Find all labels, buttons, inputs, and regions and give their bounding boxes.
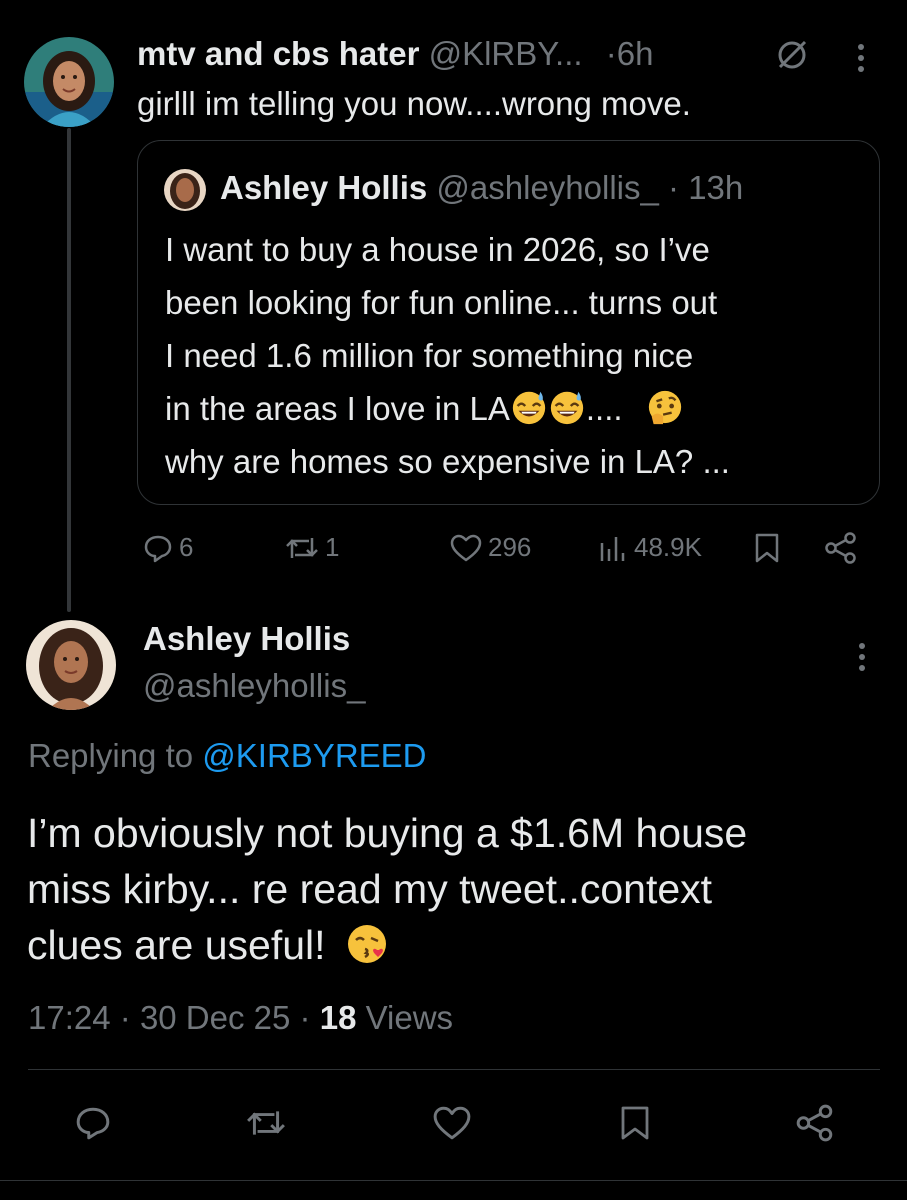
divider	[28, 1069, 880, 1070]
reply-icon	[144, 535, 172, 562]
replying-mention-link[interactable]: @KIRBYREED	[202, 737, 426, 774]
quote-line-6: why are homes so expensive in LA? ...	[165, 443, 730, 480]
replying-to: Replying to @KIRBYREED	[28, 734, 427, 778]
tweet2-reply-button[interactable]	[75, 1105, 111, 1141]
repost-icon	[247, 1111, 285, 1135]
meta-separator: ·	[299, 999, 311, 1036]
tweet1-repost-button[interactable]: 1	[285, 532, 339, 563]
heart-icon	[433, 1106, 471, 1140]
tweet2-line-3: clues are useful!	[27, 922, 326, 968]
tweet2-meta: 17:24 · 30 Dec 25 · 18 Views	[28, 996, 453, 1040]
tweet2-line-2: miss kirby... re read my tweet..context	[27, 866, 713, 912]
share-icon	[825, 532, 856, 564]
analytics-icon	[600, 536, 625, 561]
tweet1-handle[interactable]: @KlRBY...	[429, 35, 583, 72]
sweat-smile-emoji-icon	[548, 388, 586, 426]
tweet2-views-count: 18	[319, 999, 357, 1036]
meta-separator: ·	[119, 999, 131, 1036]
tweet1-like-button[interactable]: 296	[450, 532, 531, 563]
tweet1-bookmark-button[interactable]	[754, 532, 780, 564]
tweet2-avatar[interactable]	[26, 620, 116, 710]
tweet2-more-icon[interactable]	[857, 643, 867, 677]
tweet2-bookmark-button[interactable]	[620, 1104, 650, 1142]
tweet2-date[interactable]: 30 Dec 25	[140, 999, 290, 1036]
quote-author-name: Ashley Hollis	[220, 169, 428, 206]
quote-header: Ashley Hollis @ashleyhollis_ · 13h	[220, 167, 743, 209]
quote-line-2: been looking for fun online... turns out	[165, 284, 718, 321]
tweet2-line-1: I’m obviously not buying a $1.6M house	[27, 810, 748, 856]
tweet2-text: I’m obviously not buying a $1.6M house m…	[27, 805, 887, 973]
edit-disabled-icon	[774, 36, 810, 72]
heart-icon	[450, 534, 482, 561]
tweet1-text: girlll im telling you now....wrong move.	[137, 85, 691, 122]
divider-bottom	[0, 1180, 907, 1181]
thread-connector-line	[67, 128, 71, 612]
quote-line-1: I want to buy a house in 2026, so I’ve	[165, 231, 710, 268]
thinking-emoji-icon	[646, 388, 684, 426]
bookmark-icon	[621, 1106, 649, 1140]
sweat-smile-emoji-icon	[510, 388, 548, 426]
tweet2-author-name[interactable]: Ashley Hollis	[143, 618, 350, 660]
quote-time: · 13h	[668, 169, 744, 206]
tweet1-reply-count: 6	[179, 532, 194, 562]
tweet1-separator: ·	[605, 35, 617, 72]
tweet1-views-count: 48.9K	[634, 532, 702, 562]
tweet1-repost-count: 1	[325, 532, 340, 562]
quote-line-4: in the areas I love in LA	[165, 390, 510, 427]
tweet1-avatar[interactable]	[24, 37, 114, 127]
tweet1-author-name[interactable]: mtv and cbs hater	[137, 35, 419, 72]
repost-icon	[286, 537, 318, 558]
bookmark-icon	[755, 533, 779, 563]
quoted-tweet-card[interactable]: Ashley Hollis @ashleyhollis_ · 13h I wan…	[137, 140, 880, 505]
tweet1-time[interactable]: 6h	[617, 35, 654, 72]
reply-icon	[76, 1107, 110, 1140]
quote-text: I want to buy a house in 2026, so I’ve b…	[165, 223, 865, 488]
tweet1-more-icon[interactable]	[856, 44, 866, 78]
quote-line-3: I need 1.6 million for something nice	[165, 337, 694, 374]
tweet2-like-button[interactable]	[433, 1105, 471, 1141]
tweet1-header: mtv and cbs hater @KlRBY... ·6h	[137, 32, 653, 76]
tweet1-share-button[interactable]	[824, 532, 858, 564]
quote-line-4-ellipsis: ....	[585, 390, 623, 427]
share-icon	[796, 1104, 833, 1142]
tweet1-like-count: 296	[488, 532, 532, 562]
tweet2-views-label: Views	[365, 999, 454, 1036]
tweet2-time[interactable]: 17:24	[28, 999, 111, 1036]
tweet2-share-button[interactable]	[795, 1104, 835, 1142]
quote-handle: @ashleyhollis_	[436, 169, 659, 206]
quote-avatar	[164, 169, 206, 211]
kiss-emoji-icon	[345, 922, 389, 966]
tweet1-reply-button[interactable]: 6	[143, 532, 193, 563]
tweet1-views-button[interactable]: 48.9K	[598, 532, 702, 563]
replying-prefix: Replying to	[28, 737, 194, 774]
tweet2-repost-button[interactable]	[246, 1105, 286, 1141]
tweet2-handle[interactable]: @ashleyhollis_	[143, 665, 365, 707]
